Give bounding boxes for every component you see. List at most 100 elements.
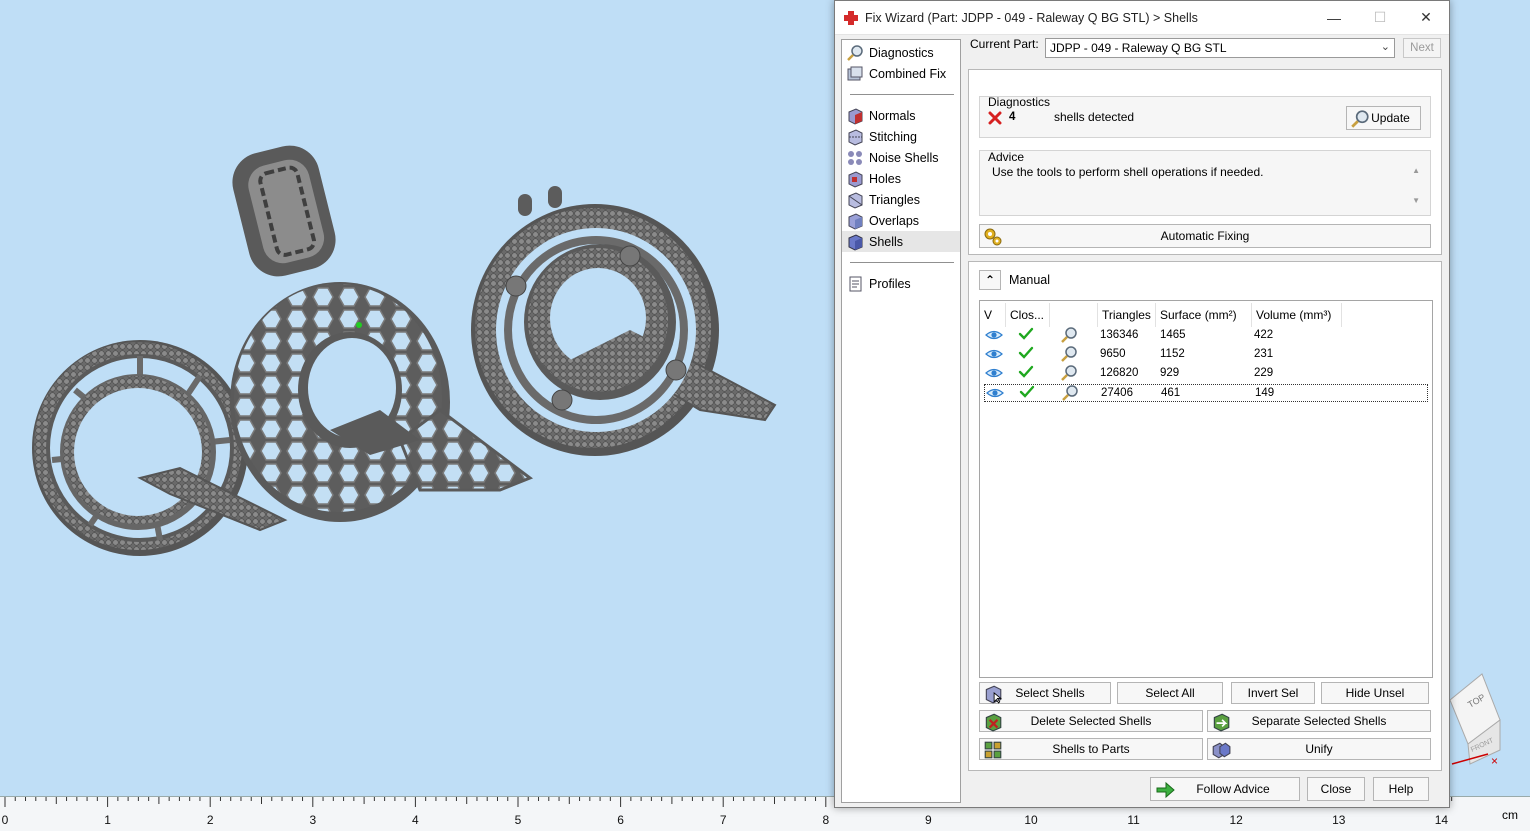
collapse-manual-button[interactable]: ⌃: [979, 270, 1001, 290]
ruler-tick-label: 0: [1, 813, 9, 827]
nav-item-holes[interactable]: Holes: [842, 168, 960, 189]
combined-fix-icon: [847, 66, 863, 80]
eye-icon[interactable]: [984, 365, 1004, 381]
shells-table[interactable]: V Clos... Triangles Surface (mm²) Volume…: [979, 300, 1433, 678]
cell-volume: 231: [1254, 348, 1274, 360]
col-header-triangles[interactable]: Triangles: [1098, 303, 1156, 327]
table-row[interactable]: 9650 1152 231: [984, 346, 1428, 364]
select-shells-button[interactable]: Select Shells: [979, 682, 1111, 704]
svg-text:×: ×: [1491, 754, 1498, 768]
cell-triangles: 9650: [1100, 348, 1126, 360]
nav-item-triangles[interactable]: Triangles: [842, 189, 960, 210]
unify-button[interactable]: Unify: [1207, 738, 1431, 760]
checkmark-icon: [1018, 327, 1034, 340]
nav-separator: [850, 262, 954, 263]
col-header-tool[interactable]: [1050, 303, 1098, 327]
help-button[interactable]: Help: [1373, 777, 1429, 801]
model-render: [32, 139, 777, 556]
eye-icon[interactable]: [984, 327, 1004, 343]
eye-icon[interactable]: [984, 346, 1004, 362]
col-header-surface[interactable]: Surface (mm²): [1156, 303, 1252, 327]
nav-label: Triangles: [869, 192, 920, 207]
separate-shells-icon: [1213, 713, 1230, 732]
select-shells-icon: [985, 685, 1003, 704]
nav-item-normals[interactable]: Normals: [842, 105, 960, 126]
view-cube[interactable]: TOP FRONT ×: [1448, 670, 1508, 770]
ruler-tick-label: 6: [617, 813, 624, 827]
ruler-tick-label: 9: [925, 813, 932, 827]
update-label: Update: [1371, 111, 1410, 125]
automatic-fixing-label: Automatic Fixing: [1160, 229, 1250, 243]
automatic-fixing-button[interactable]: Automatic Fixing: [979, 224, 1431, 248]
col-header-volume[interactable]: Volume (mm³): [1252, 303, 1342, 327]
current-part-value: JDPP - 049 - Raleway Q BG STL: [1050, 41, 1227, 55]
ruler-tick-label: 13: [1332, 813, 1346, 827]
col-header-visible[interactable]: V: [980, 303, 1006, 327]
hide-unsel-button[interactable]: Hide Unsel: [1321, 682, 1429, 704]
unify-icon: [1212, 742, 1231, 759]
nav-label: Holes: [869, 171, 901, 186]
table-row[interactable]: 126820 929 229: [984, 365, 1428, 383]
magnifier-icon[interactable]: [1061, 384, 1079, 402]
checkmark-icon: [1019, 385, 1035, 398]
ruler-tick-label: 3: [309, 813, 317, 827]
shells-to-parts-label: Shells to Parts: [1052, 742, 1130, 756]
nav-item-stitching[interactable]: Stitching: [842, 126, 960, 147]
next-button[interactable]: Next: [1403, 38, 1441, 58]
ruler-tick-label: 11: [1127, 813, 1140, 827]
cell-triangles: 126820: [1100, 367, 1139, 379]
checkmark-icon: [1018, 365, 1034, 378]
follow-advice-label: Follow Advice: [1196, 782, 1270, 796]
manual-panel: ⌃ Manual V Clos... Triangles Surface (mm…: [968, 261, 1442, 771]
ruler-tick-label: 1: [104, 813, 111, 827]
fix-wizard-dialog: Fix Wizard (Part: JDPP - 049 - Raleway Q…: [834, 0, 1450, 808]
q-pendant-right[interactable]: [471, 186, 777, 456]
advice-group-label: Advice: [988, 150, 1025, 164]
bail-ring[interactable]: [226, 139, 342, 283]
nav-item-profiles[interactable]: Profiles: [842, 273, 960, 294]
nav-item-diagnostics[interactable]: Diagnostics: [842, 42, 960, 63]
maximize-button[interactable]: ☐: [1357, 1, 1403, 35]
nav-item-overlaps[interactable]: Overlaps: [842, 210, 960, 231]
table-row[interactable]: 27406 461 149: [984, 384, 1428, 402]
ruler-tick-label: 2: [206, 813, 214, 827]
follow-advice-button[interactable]: Follow Advice: [1150, 777, 1300, 801]
title-bar[interactable]: Fix Wizard (Part: JDPP - 049 - Raleway Q…: [835, 1, 1449, 35]
nav-label: Profiles: [869, 276, 911, 291]
shells-to-parts-button[interactable]: Shells to Parts: [979, 738, 1203, 760]
triangles-icon: [848, 191, 863, 209]
wizard-nav: Diagnostics Combined Fix Normals Stitchi…: [841, 39, 961, 803]
magnifier-icon[interactable]: [1060, 326, 1078, 344]
col-header-closed[interactable]: Clos...: [1006, 303, 1050, 327]
select-shells-label: Select Shells: [1015, 686, 1085, 700]
ruler-tick-label: 5: [514, 813, 522, 827]
gears-icon: [984, 228, 1002, 246]
profiles-icon: [849, 276, 862, 291]
magnifier-icon[interactable]: [1060, 345, 1078, 363]
nav-item-noise-shells[interactable]: Noise Shells: [842, 147, 960, 168]
eye-icon[interactable]: [985, 385, 1005, 401]
table-row[interactable]: 136346 1465 422: [984, 327, 1428, 345]
shell-count: 4: [1009, 111, 1016, 123]
separate-selected-shells-button[interactable]: Separate Selected Shells: [1207, 710, 1431, 732]
current-part-select[interactable]: JDPP - 049 - Raleway Q BG STL ⌄: [1045, 38, 1395, 58]
close-window-button[interactable]: ✕: [1403, 1, 1449, 35]
ruler-tick-label: 7: [719, 813, 727, 827]
nav-label: Overlaps: [869, 213, 920, 228]
select-all-button[interactable]: Select All: [1117, 682, 1223, 704]
delete-selected-shells-button[interactable]: Delete Selected Shells: [979, 710, 1203, 732]
chevron-down-icon: ⌄: [1380, 41, 1390, 53]
nav-item-shells[interactable]: Shells: [842, 231, 960, 252]
update-button[interactable]: Update: [1346, 106, 1421, 130]
invert-sel-button[interactable]: Invert Sel: [1231, 682, 1315, 704]
scroll-down-arrow[interactable]: ▼: [1412, 196, 1420, 205]
green-arrow-icon: [1156, 781, 1175, 799]
close-button[interactable]: Close: [1307, 777, 1365, 801]
delete-selected-shells-label: Delete Selected Shells: [1030, 714, 1152, 728]
scroll-up-arrow[interactable]: ▲: [1412, 166, 1420, 175]
magnifier-icon[interactable]: [1060, 364, 1078, 382]
cell-surface: 1152: [1160, 348, 1185, 360]
minimize-button[interactable]: —: [1311, 1, 1357, 35]
dialog-footer: Follow Advice Close Help: [968, 777, 1442, 805]
nav-item-combined-fix[interactable]: Combined Fix: [842, 63, 960, 84]
